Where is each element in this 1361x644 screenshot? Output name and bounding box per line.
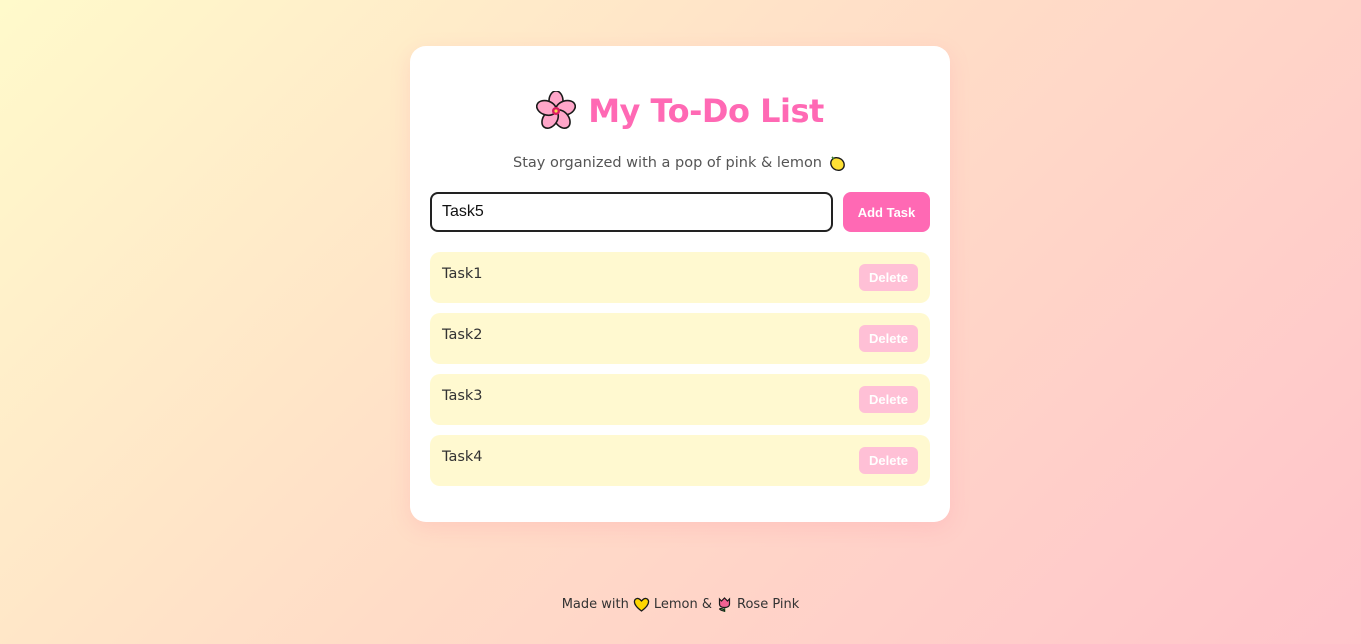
task-item: Task4 Delete — [430, 435, 930, 486]
task-text: Task3 — [442, 388, 483, 404]
cherry-blossom-icon — [536, 90, 577, 131]
footer-lemon-text: Lemon & — [653, 596, 713, 612]
page-title: My To-Do List — [588, 92, 824, 130]
yellow-heart-icon — [633, 596, 650, 613]
add-task-button[interactable]: Add Task — [843, 192, 930, 232]
title-row: My To-Do List — [410, 90, 950, 132]
task-item: Task2 Delete — [430, 313, 930, 364]
delete-button[interactable]: Delete — [859, 325, 918, 352]
todo-card: My To-Do List Stay organized with a pop … — [410, 46, 950, 522]
task-item: Task3 Delete — [430, 374, 930, 425]
task-item: Task1 Delete — [430, 252, 930, 303]
delete-button[interactable]: Delete — [859, 264, 918, 291]
tulip-icon — [716, 596, 733, 613]
delete-button[interactable]: Delete — [859, 386, 918, 413]
task-text: Task2 — [442, 327, 483, 343]
delete-button[interactable]: Delete — [859, 447, 918, 474]
footer-rose-text: Rose Pink — [737, 596, 800, 612]
subtitle-text: Stay organized with a pop of pink & lemo… — [512, 155, 823, 171]
task-text: Task4 — [442, 449, 483, 465]
footer: Made with Lemon & Rose Pink — [0, 593, 1361, 615]
subtitle-row: Stay organized with a pop of pink & lemo… — [410, 152, 950, 174]
task-input[interactable] — [430, 192, 833, 232]
task-list: Task1 Delete Task2 Delete Task3 Delete T… — [430, 252, 930, 496]
lemon-icon — [828, 154, 847, 173]
footer-made-with: Made with — [561, 596, 629, 612]
task-text: Task1 — [442, 266, 483, 282]
